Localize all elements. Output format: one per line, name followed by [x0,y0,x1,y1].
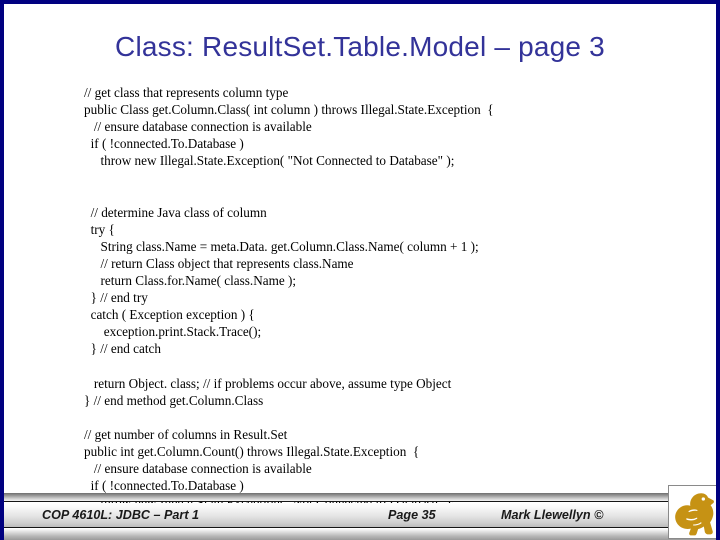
code-line: // ensure database connection is availab… [84,119,312,135]
footer-bar-bottom [4,529,716,540]
ucf-pegasus-logo-icon [668,485,716,539]
slide-canvas: Class: ResultSet.Table.Model – page 3 //… [0,0,720,540]
footer-course-label: COP 4610L: JDBC – Part 1 [42,508,200,522]
footer-bar-top [4,493,716,502]
code-line: String class.Name = meta.Data. get.Colum… [84,238,479,254]
code-line: // determine Java class of column [84,204,267,220]
footer-author-label: Mark Llewellyn © [501,508,604,522]
code-line: if ( !connected.To.Database ) [84,136,244,152]
footer-page-number: Page 35 [388,508,436,522]
code-line: public Class get.Column.Class( int colum… [84,102,494,118]
code-line: if ( !connected.To.Database ) [84,478,244,494]
slide-footer: COP 4610L: JDBC – Part 1 Page 35 Mark Ll… [4,485,716,540]
code-line: catch ( Exception exception ) { [84,307,255,323]
code-line: // get number of columns in Result.Set [84,426,288,442]
code-line: try { [84,221,115,237]
code-line: return Class.for.Name( class.Name ); [84,273,297,289]
code-line: return Object. class; // if problems occ… [84,375,452,391]
code-line: } // end method get.Column.Class [84,392,264,408]
code-block: // get class that represents column type… [84,84,684,511]
code-line: // get class that represents column type [84,85,289,100]
code-line: } // end try [84,290,148,306]
page-title: Class: ResultSet.Table.Model – page 3 [115,31,605,62]
code-line: // ensure database connection is availab… [84,461,312,477]
code-line: } // end catch [84,341,162,357]
code-line: throw new Illegal.State.Exception( "Not … [84,153,455,169]
code-line: // return Class object that represents c… [84,255,354,271]
code-line: exception.print.Stack.Trace(); [84,324,262,340]
code-line: public int get.Column.Count() throws Ill… [84,443,420,459]
